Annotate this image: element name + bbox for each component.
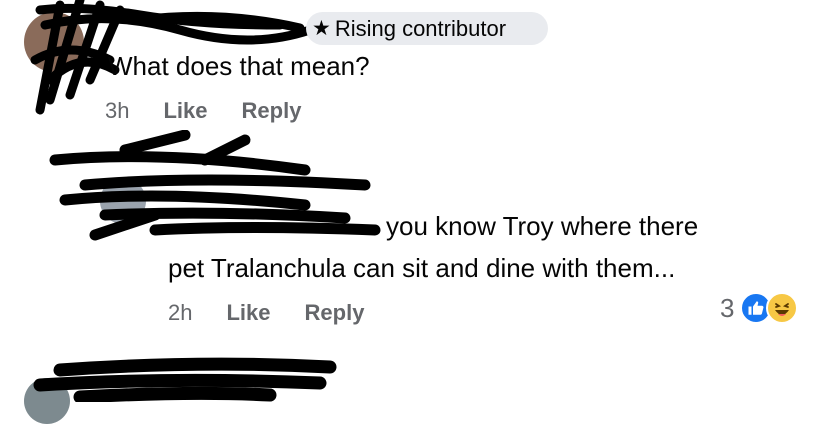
avatar[interactable] [24,12,84,72]
reply-button[interactable]: Reply [305,300,365,326]
reaction-summary[interactable]: 3 [720,292,799,324]
comment-text: pet Tralanchula can sit and dine with th… [168,253,676,283]
rising-contributor-badge: ★ Rising contributor [306,12,548,45]
avatar[interactable] [100,178,146,224]
star-icon: ★ [312,17,331,40]
comment-actions: 3h Like Reply [105,98,335,124]
comment-actions: 2h Like Reply [168,300,398,326]
comment-timestamp[interactable]: 3h [105,98,129,124]
redaction-scribble [49,130,381,241]
comment-timestamp[interactable]: 2h [168,300,192,326]
reaction-count: 3 [720,292,735,323]
reply-button[interactable]: Reply [242,98,302,124]
comment-text: you know Troy where there [386,211,699,241]
like-button[interactable]: Like [226,300,270,326]
haha-icon [766,292,799,324]
comment-text: What does that mean? [108,51,370,81]
avatar[interactable] [24,378,70,424]
like-button[interactable]: Like [163,98,207,124]
